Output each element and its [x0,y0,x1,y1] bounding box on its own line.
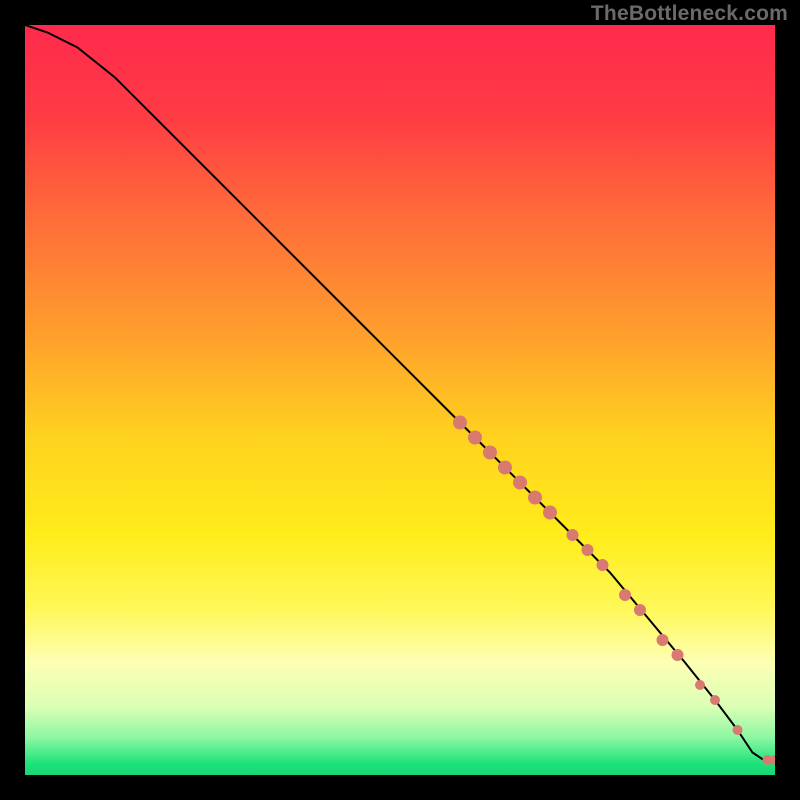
chart-frame: TheBottleneck.com [0,0,800,800]
marker-point [634,604,646,616]
marker-point [597,559,609,571]
watermark-text: TheBottleneck.com [591,2,788,26]
marker-point [657,634,669,646]
marker-point [710,695,720,705]
marker-point [695,680,705,690]
heatmap-background [25,25,775,775]
marker-point [619,589,631,601]
marker-point [733,725,743,735]
marker-point [468,431,482,445]
marker-point [567,529,579,541]
marker-point [543,506,557,520]
plot-svg [25,25,775,775]
marker-point [483,446,497,460]
marker-point [498,461,512,475]
marker-point [453,416,467,430]
plot-area [25,25,775,775]
marker-point [528,491,542,505]
marker-point [582,544,594,556]
marker-point [672,649,684,661]
marker-point [513,476,527,490]
